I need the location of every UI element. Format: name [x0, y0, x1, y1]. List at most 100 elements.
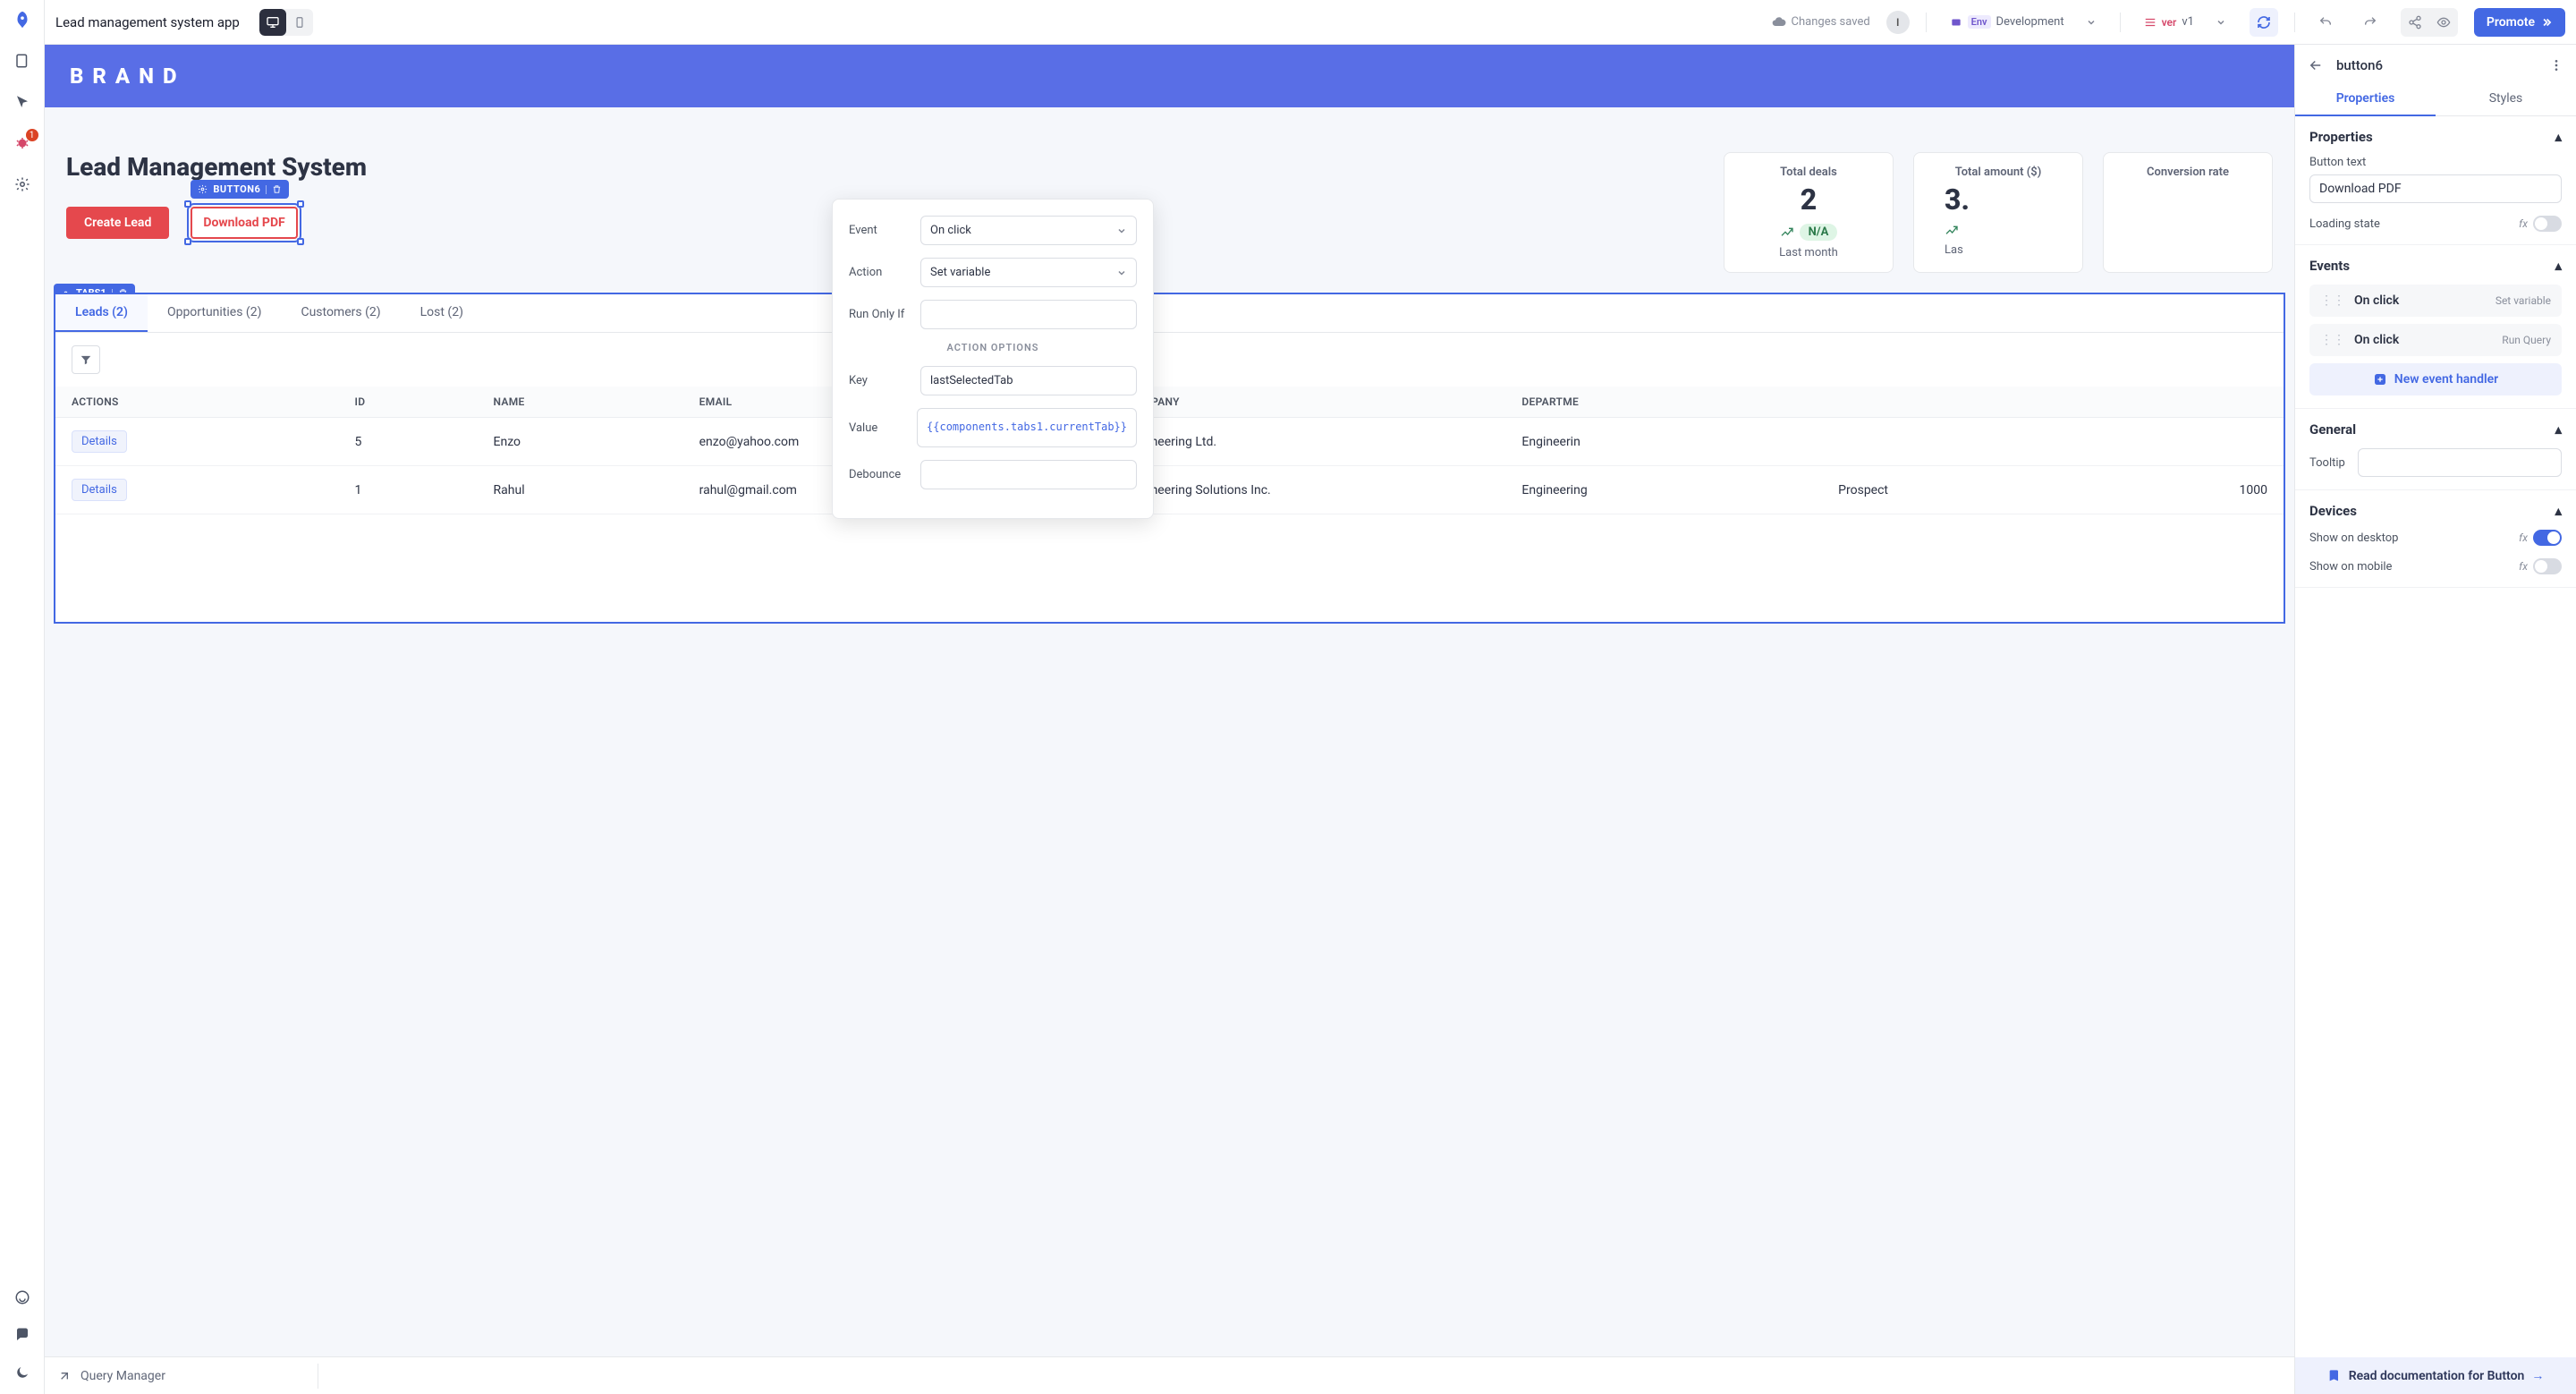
- comment-icon[interactable]: [12, 1324, 33, 1346]
- device-toggle: [259, 9, 313, 36]
- collapse-icon[interactable]: ▴: [2555, 258, 2562, 274]
- expand-icon[interactable]: [57, 1369, 72, 1383]
- redo-button[interactable]: [2356, 8, 2385, 37]
- drag-handle-icon[interactable]: ⋮⋮: [2320, 293, 2345, 308]
- resize-handle[interactable]: [184, 200, 191, 208]
- loading-state-label: Loading state: [2309, 217, 2380, 231]
- tab-properties[interactable]: Properties: [2295, 82, 2436, 116]
- event-label: Event: [849, 224, 920, 237]
- stat-card-conversion[interactable]: Conversion rate: [2103, 152, 2273, 273]
- event-action-popup: Event On click Action Set variable Run O…: [832, 199, 1154, 519]
- trash-icon[interactable]: [272, 184, 282, 194]
- drag-handle-icon[interactable]: ⋮⋮: [2320, 333, 2345, 347]
- event-select[interactable]: On click: [920, 216, 1137, 245]
- tabs-widget[interactable]: Leads (2) Opportunities (2) Customers (2…: [54, 293, 2285, 624]
- show-desktop-label: Show on desktop: [2309, 531, 2398, 545]
- promote-button[interactable]: Promote: [2474, 8, 2565, 37]
- event-action: Set variable: [2496, 294, 2551, 307]
- rocket-icon[interactable]: [12, 9, 33, 30]
- app-name-input[interactable]: [55, 14, 243, 30]
- event-item[interactable]: ⋮⋮ On click Set variable: [2309, 285, 2562, 317]
- fx-label[interactable]: fx: [2519, 217, 2528, 230]
- action-select[interactable]: Set variable: [920, 258, 1137, 287]
- runonlyif-input[interactable]: [920, 300, 1137, 329]
- stat-card-amount[interactable]: Total amount ($) 3. Las: [1913, 152, 2083, 273]
- collapse-icon[interactable]: ▴: [2555, 503, 2562, 519]
- pages-icon[interactable]: [12, 50, 33, 72]
- show-mobile-label: Show on mobile: [2309, 560, 2392, 574]
- tab-lost[interactable]: Lost (2): [401, 294, 483, 332]
- table-row[interactable]: Details 1 Rahul rahul@gmail.com Engineer…: [55, 466, 2284, 514]
- collapse-icon[interactable]: ▴: [2555, 129, 2562, 145]
- action-select-value: Set variable: [930, 266, 990, 279]
- col-name[interactable]: NAME: [478, 387, 683, 418]
- show-mobile-toggle[interactable]: [2533, 558, 2562, 574]
- new-event-button[interactable]: New event handler: [2309, 363, 2562, 395]
- event-item[interactable]: ⋮⋮ On click Run Query: [2309, 324, 2562, 356]
- avatar[interactable]: I: [1886, 11, 1910, 34]
- details-button[interactable]: Details: [72, 479, 127, 501]
- key-input[interactable]: [920, 366, 1137, 395]
- tooltip-input[interactable]: [2358, 448, 2562, 477]
- col-department[interactable]: DEPARTME: [1505, 387, 1822, 418]
- col-status[interactable]: [1822, 387, 2088, 418]
- back-button[interactable]: [2308, 57, 2324, 73]
- key-label: Key: [849, 374, 920, 387]
- tab-customers[interactable]: Customers (2): [281, 294, 400, 332]
- tab-opportunities[interactable]: Opportunities (2): [148, 294, 282, 332]
- gear-icon[interactable]: [12, 174, 33, 195]
- section-properties-title: Properties: [2309, 129, 2373, 145]
- selection-label[interactable]: BUTTON6: [191, 180, 289, 199]
- undo-button[interactable]: [2311, 8, 2340, 37]
- debounce-input[interactable]: [920, 460, 1137, 489]
- chevron-down-icon: [1116, 225, 1127, 236]
- download-pdf-button[interactable]: Download PDF: [191, 207, 297, 239]
- documentation-link[interactable]: Read documentation for Button →: [2295, 1357, 2576, 1394]
- button-text-input[interactable]: [2309, 174, 2562, 203]
- collapse-icon[interactable]: ▴: [2555, 421, 2562, 438]
- desktop-device-button[interactable]: [259, 9, 286, 36]
- value-input[interactable]: {{components.tabs1.currentTab}}: [917, 408, 1137, 447]
- cell-status: Prospect: [1822, 466, 2088, 514]
- resize-handle[interactable]: [297, 200, 304, 208]
- fx-label[interactable]: fx: [2519, 560, 2528, 573]
- stat-card-deals[interactable]: Total deals 2 N/A Last month: [1724, 152, 1894, 273]
- debounce-label: Debounce: [849, 468, 920, 481]
- cursor-icon[interactable]: [12, 91, 33, 113]
- share-button[interactable]: [2401, 8, 2429, 37]
- query-manager-label[interactable]: Query Manager: [80, 1369, 165, 1383]
- selection-label-text: BUTTON6: [213, 183, 260, 195]
- runonlyif-label: Run Only If: [849, 308, 920, 321]
- tooltip-label: Tooltip: [2309, 456, 2345, 470]
- col-amount[interactable]: [2088, 387, 2284, 418]
- mobile-device-button[interactable]: [286, 9, 313, 36]
- stat-period: Las: [1937, 243, 2059, 257]
- create-lead-button[interactable]: Create Lead: [66, 207, 169, 239]
- resize-handle[interactable]: [184, 238, 191, 245]
- env-selector[interactable]: Env Development: [1943, 12, 2104, 32]
- more-button[interactable]: [2549, 58, 2563, 72]
- col-id[interactable]: ID: [339, 387, 478, 418]
- loading-state-toggle[interactable]: [2533, 216, 2562, 232]
- support-icon[interactable]: [12, 1287, 33, 1308]
- app-canvas[interactable]: BRAND Lead Management System Create Lead…: [45, 45, 2294, 1356]
- details-button[interactable]: Details: [72, 430, 127, 453]
- table-row[interactable]: Details 5 Enzo enzo@yahoo.com Engineerin…: [55, 418, 2284, 466]
- resize-handle[interactable]: [297, 238, 304, 245]
- refresh-button[interactable]: [2250, 8, 2278, 37]
- version-selector[interactable]: ver v1: [2137, 12, 2233, 32]
- tab-leads[interactable]: Leads (2): [55, 294, 148, 332]
- brand-header: BRAND: [45, 45, 2294, 107]
- show-desktop-toggle[interactable]: [2533, 530, 2562, 546]
- preview-button[interactable]: [2429, 8, 2458, 37]
- theme-icon[interactable]: [12, 1362, 33, 1383]
- col-actions[interactable]: ACTIONS: [55, 387, 339, 418]
- fx-label[interactable]: fx: [2519, 531, 2528, 544]
- cell-name: Rahul: [478, 466, 683, 514]
- col-company[interactable]: COMPANY: [1111, 387, 1506, 418]
- filter-button[interactable]: [72, 345, 100, 374]
- debug-icon[interactable]: 1: [12, 132, 33, 154]
- cloud-icon: [1772, 15, 1786, 30]
- cell-dept: Engineering: [1505, 466, 1822, 514]
- tab-styles[interactable]: Styles: [2436, 82, 2576, 116]
